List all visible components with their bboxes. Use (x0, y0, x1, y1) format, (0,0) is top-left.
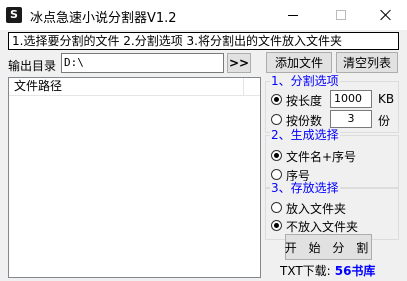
no-folder-radio[interactable] (271, 220, 282, 231)
by-count-radio[interactable] (271, 114, 282, 125)
no-folder-label: 不放入文件夹 (286, 220, 359, 234)
add-file-button[interactable]: 添加文件 (266, 52, 332, 73)
filename-seq-radio[interactable] (271, 150, 282, 161)
count-input[interactable]: 3 (330, 110, 372, 128)
output-dir-label: 输出目录 (8, 59, 57, 73)
window-title: 冰点急速小说分割器V1.2 (30, 11, 177, 26)
close-icon (380, 9, 392, 21)
app-icon: S (6, 7, 22, 23)
maximize-icon (336, 10, 346, 20)
list-header: 文件路径 (9, 78, 260, 96)
into-folder-label: 放入文件夹 (286, 202, 347, 216)
into-folder-radio[interactable] (271, 202, 282, 213)
file-list[interactable]: 文件路径 (8, 77, 261, 278)
count-unit-label: 份 (378, 114, 391, 128)
length-input[interactable]: 1000 (330, 90, 372, 108)
naming-options-title: 2、生成选择 (270, 128, 340, 142)
instruction-bar: 1.选择要分割的文件 2.分割选项 3.将分割出的文件放入文件夹 (8, 32, 399, 50)
split-options-title: 1、分割选项 (270, 74, 340, 88)
browse-button[interactable]: >> (227, 53, 251, 73)
download-label: TXT下载: (280, 264, 331, 278)
storage-options-group: 3、存放选择 放入文件夹 不放入文件夹 (265, 181, 399, 240)
by-length-label: 按长度 (286, 94, 323, 108)
minimize-icon (288, 14, 298, 16)
close-button[interactable] (363, 0, 407, 30)
download-footer: TXT下载: 56书库 (280, 262, 375, 279)
maximize-button[interactable] (318, 0, 364, 30)
download-link[interactable]: 56书库 (335, 264, 376, 278)
by-count-label: 按份数 (286, 114, 323, 128)
storage-options-title: 3、存放选择 (270, 181, 340, 195)
filename-seq-label: 文件名+序号 (286, 150, 357, 164)
main-client-area: 1.选择要分割的文件 2.分割选项 3.将分割出的文件放入文件夹 输出目录 D:… (0, 30, 407, 281)
split-options-group: 1、分割选项 按长度 1000 KB 按份数 3 份 (265, 74, 399, 133)
minimize-button[interactable] (270, 0, 316, 30)
output-dir-input[interactable]: D:\ (61, 53, 224, 73)
clear-list-button[interactable]: 清空列表 (336, 52, 398, 73)
start-split-button[interactable]: 开 始 分 割 (285, 234, 372, 260)
column-header-file-path[interactable]: 文件路径 (9, 78, 244, 96)
seq-only-radio[interactable] (271, 169, 282, 180)
length-unit-label: KB (378, 92, 395, 106)
by-length-radio[interactable] (271, 94, 282, 105)
title-bar: S 冰点急速小说分割器V1.2 (0, 0, 407, 30)
